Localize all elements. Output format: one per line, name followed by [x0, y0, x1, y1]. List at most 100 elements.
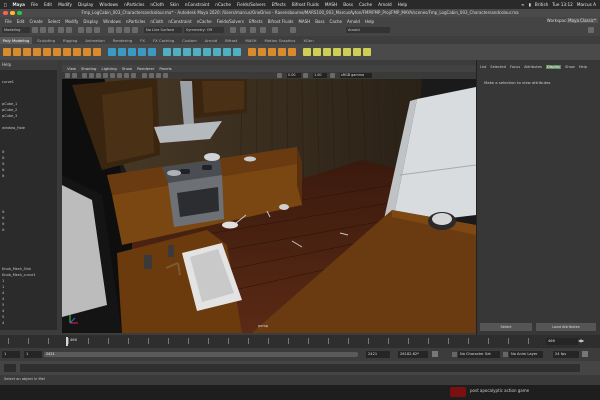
select-by-component-icon[interactable] — [94, 27, 100, 33]
ambient-occlusion-icon[interactable] — [124, 73, 129, 78]
shelf-tab-poly-modeling[interactable]: Poly Modeling — [0, 37, 33, 44]
poly-plane-icon[interactable] — [53, 48, 61, 56]
mac-menu-cache[interactable]: Cache — [359, 2, 372, 7]
redo-icon[interactable] — [66, 27, 72, 33]
vp-menu-show[interactable]: Show — [122, 66, 132, 71]
shelf-tab-motion-graphics[interactable]: Motion Graphics — [262, 37, 299, 44]
mac-menu-skin[interactable]: Skin — [170, 2, 179, 7]
wireframe-icon[interactable] — [89, 73, 94, 78]
symmetry-select[interactable]: Symmetry: Off — [184, 27, 224, 33]
end-time-field[interactable]: 26182.62* — [398, 351, 428, 358]
merge-icon[interactable] — [233, 48, 241, 56]
shelf-tab-animation[interactable]: Animation — [82, 37, 107, 44]
textured-icon[interactable] — [103, 73, 108, 78]
mac-menu-fields[interactable]: Fields/Solvers — [237, 2, 266, 7]
mirror-icon[interactable] — [148, 48, 156, 56]
workspace-select[interactable]: Maya Classic* — [566, 17, 598, 23]
select-button[interactable]: Select — [480, 323, 532, 331]
start-time-field[interactable]: 1 — [2, 351, 20, 358]
mac-menu-arnold[interactable]: Arnold — [378, 2, 392, 7]
poly-text-icon[interactable] — [83, 48, 91, 56]
mac-menu-display[interactable]: Display — [78, 2, 93, 7]
shelf-tab-rigging[interactable]: Rigging — [60, 37, 80, 44]
target-weld-icon[interactable] — [223, 48, 231, 56]
mac-menu-boss[interactable]: Boss — [343, 2, 353, 7]
character-set-icon[interactable] — [452, 352, 457, 357]
append-to-polygon-icon[interactable] — [203, 48, 211, 56]
menu-nconstraint[interactable]: nConstraint — [168, 19, 191, 24]
menu-ncloth[interactable]: nCloth — [150, 19, 163, 24]
shelf-tab-custom[interactable]: Custom — [179, 37, 200, 44]
outliner-item[interactable]: lt — [2, 156, 4, 160]
outliner-item[interactable]: curve1 — [2, 80, 14, 84]
range-slider[interactable]: 2421 — [44, 352, 358, 357]
anti-aliasing-icon[interactable] — [131, 73, 136, 78]
bridge-icon[interactable] — [173, 48, 181, 56]
menu-arnold[interactable]: Arnold — [347, 19, 360, 24]
attr-tab-display[interactable]: Display — [545, 65, 562, 69]
shelf-tab-fx-caching[interactable]: FX Caching — [150, 37, 177, 44]
relax-icon[interactable] — [353, 48, 361, 56]
paint-select-icon[interactable] — [313, 48, 321, 56]
select-by-hierarchy-icon[interactable] — [78, 27, 84, 33]
menu-select[interactable]: Select — [48, 19, 60, 24]
quad-draw-icon[interactable] — [323, 48, 331, 56]
outliner-item[interactable]: it — [2, 210, 4, 214]
mac-menu-edit[interactable]: Edit — [44, 2, 52, 7]
app-icon[interactable] — [450, 387, 466, 397]
history-icon[interactable] — [230, 27, 236, 33]
menu-nparticles[interactable]: nParticles — [126, 19, 145, 24]
mac-menu-modify[interactable]: Modify — [58, 2, 72, 7]
shelf-tab-arnold[interactable]: Arnold — [202, 37, 220, 44]
xray-components-icon[interactable] — [163, 73, 168, 78]
poly-cube-icon[interactable] — [13, 48, 21, 56]
exposure-icon[interactable] — [277, 73, 282, 78]
open-scene-icon[interactable] — [40, 27, 46, 33]
outliner-item[interactable]: lt — [2, 174, 4, 178]
preferences-icon[interactable] — [582, 351, 588, 357]
poly-torus-icon[interactable] — [43, 48, 51, 56]
new-scene-icon[interactable] — [32, 27, 38, 33]
smooth-icon[interactable] — [128, 48, 136, 56]
shelf-tab-xgen[interactable]: XGen — [300, 37, 316, 44]
camera-attributes-icon[interactable] — [72, 73, 77, 78]
menu-display[interactable]: Display — [83, 19, 98, 24]
exposure-field[interactable]: 0.00 — [287, 73, 301, 78]
menu-file[interactable]: File — [5, 19, 12, 24]
select-camera-icon[interactable] — [65, 73, 70, 78]
load-attributes-button[interactable]: Load Attributes — [536, 323, 596, 331]
outliner-item[interactable]: lt — [2, 168, 4, 172]
platonic-solid-icon[interactable] — [73, 48, 81, 56]
vp-menu-view[interactable]: View — [67, 66, 76, 71]
character-set-select[interactable]: No Character Set — [458, 351, 500, 358]
spherical-map-icon[interactable] — [278, 48, 286, 56]
undo-icon[interactable] — [58, 27, 64, 33]
outliner-item[interactable]: pCube_3 — [2, 114, 17, 118]
menu-mash[interactable]: MASH — [298, 19, 310, 24]
combine-icon[interactable] — [108, 48, 116, 56]
time-slider[interactable]: 466 466 ◀▶ — [0, 335, 600, 348]
view-transform-select[interactable]: sRGB gamma — [340, 73, 372, 78]
use-all-lights-icon[interactable] — [110, 73, 115, 78]
arnold-render-view-icon[interactable] — [290, 27, 296, 33]
script-editor-icon[interactable] — [4, 364, 16, 372]
shadows-icon[interactable] — [117, 73, 122, 78]
menu-modify[interactable]: Modify — [65, 19, 78, 24]
apple-icon[interactable]:  — [4, 2, 7, 7]
mac-menu-mash[interactable]: MASH — [325, 2, 337, 7]
shelf-tab-bifrost[interactable]: Bifrost — [222, 37, 240, 44]
user-name[interactable]: Marcus A — [577, 2, 596, 7]
mac-menu-maya[interactable]: Maya — [13, 2, 25, 7]
menu-cache[interactable]: Cache — [330, 19, 342, 24]
poly-sphere-icon[interactable] — [3, 48, 11, 56]
mac-menu-ncache[interactable]: nCache — [215, 2, 231, 7]
anim-layer-select[interactable]: No Anim Layer — [509, 351, 543, 358]
playback-controls-icon[interactable]: ◀▶ — [578, 338, 584, 343]
poly-disc-icon[interactable] — [63, 48, 71, 56]
select-by-object-icon[interactable] — [86, 27, 92, 33]
outliner-item[interactable]: 4 — [2, 309, 4, 313]
uv-editor-icon[interactable] — [248, 48, 256, 56]
outliner-item[interactable]: 5 — [2, 303, 4, 307]
outliner-item[interactable]: it — [2, 216, 4, 220]
playback-start-field[interactable]: 1 — [24, 351, 42, 358]
